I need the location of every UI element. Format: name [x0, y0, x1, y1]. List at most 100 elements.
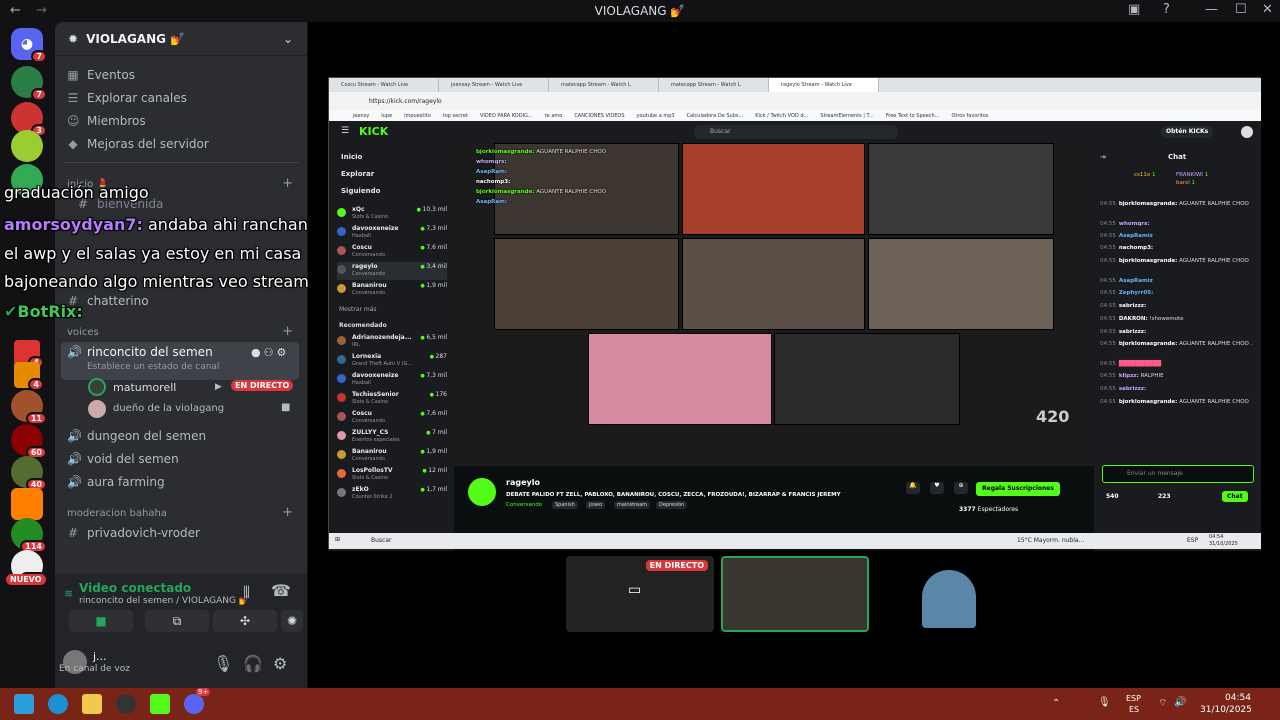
- chat-message[interactable]: 04:55 bjorklomasgrande: AGUANTE RALPHIE C…: [1100, 399, 1255, 406]
- gift-subs-button[interactable]: Regala Suscripciones: [976, 482, 1060, 496]
- kick-logo[interactable]: KICK: [359, 125, 388, 138]
- server-icon[interactable]: 40: [11, 456, 47, 491]
- chevron-up-icon[interactable]: ⌃: [1052, 698, 1060, 709]
- chat-message[interactable]: 04:55 klipzz: RALPHIE: [1100, 373, 1255, 380]
- help-icon[interactable]: ?: [1163, 2, 1170, 17]
- voice-channel-active[interactable]: 🔊 rinconcito del semen: [67, 345, 213, 359]
- followed-channel[interactable]: davooxeneizeHaxball7,3 mil: [337, 224, 447, 242]
- screen-share-button[interactable]: ⧉: [145, 610, 209, 632]
- server-icon[interactable]: 4: [14, 362, 44, 391]
- stream-tag[interactable]: joseo: [586, 501, 606, 509]
- chat-message[interactable]: 04:55 Zephyrr05:: [1100, 290, 1255, 297]
- stream-tag[interactable]: Spanish: [552, 501, 578, 509]
- channel-status-placeholder[interactable]: Establece un estado de canal: [87, 362, 219, 372]
- chat-message[interactable]: 04:55 bjorklomasgrande: AGUANTE RALPHIE C…: [1100, 341, 1255, 348]
- voice-status-title[interactable]: Video conectado: [79, 581, 191, 595]
- obs-icon[interactable]: [116, 694, 136, 714]
- recommended-channel[interactable]: CoscuConversando7,6 mil: [337, 409, 447, 427]
- stream-category[interactable]: Conversando: [506, 502, 542, 508]
- kick-nav-explorar[interactable]: Explorar: [341, 170, 374, 178]
- avatar[interactable]: [1241, 126, 1253, 138]
- browser-tab-active[interactable]: rageylo Stream - Watch Live: [769, 78, 879, 92]
- settings-gear-icon[interactable]: ⚙: [273, 654, 287, 673]
- edge-icon[interactable]: [48, 694, 68, 714]
- server-icon[interactable]: 60: [11, 424, 47, 459]
- followed-channel-active[interactable]: rageyloConversando3,4 mil: [337, 262, 447, 280]
- bookmark[interactable]: StreamElements | T...: [820, 113, 874, 119]
- headphones-icon[interactable]: 🎧: [243, 654, 263, 673]
- server-icon[interactable]: [11, 488, 43, 520]
- server-icon[interactable]: 7: [11, 66, 47, 101]
- volume-icon[interactable]: 🔊: [1174, 697, 1186, 708]
- bookmark[interactable]: Kick / Twitch VOD d...: [755, 113, 808, 119]
- bookmark[interactable]: impuestito: [404, 113, 431, 119]
- kick-nav-siguiendo[interactable]: Siguiendo: [341, 187, 380, 195]
- camera-tile[interactable]: [721, 556, 869, 632]
- server-icon[interactable]: [11, 130, 43, 162]
- voice-channel[interactable]: 🔊 aura farming: [67, 475, 165, 489]
- voice-member-name[interactable]: matumorell: [113, 381, 176, 394]
- stream-tile[interactable]: EN DIRECTO ▭: [566, 556, 714, 632]
- add-channel-icon[interactable]: +: [282, 176, 293, 191]
- bookmark[interactable]: jeensy: [353, 113, 369, 119]
- discord-icon[interactable]: 9+: [184, 688, 211, 714]
- add-channel-icon[interactable]: +: [282, 505, 293, 520]
- followed-channel[interactable]: BananirouConversando1,9 mil: [337, 281, 447, 299]
- bookmark[interactable]: lupe: [381, 113, 392, 119]
- show-more-link[interactable]: Mostrar más: [339, 306, 377, 313]
- menu-icon[interactable]: ☰: [341, 126, 349, 136]
- file-explorer-icon[interactable]: [82, 694, 102, 714]
- nav-boosts[interactable]: ◆ Mejoras del servidor: [67, 137, 208, 151]
- streamer-avatar[interactable]: [468, 478, 496, 506]
- chat-message[interactable]: 04:55 sabrizzz:: [1100, 329, 1255, 336]
- bookmark[interactable]: CANCIONES VIDEOS: [574, 113, 624, 119]
- noise-suppression-icon[interactable]: ⦀: [243, 583, 250, 603]
- bookmark[interactable]: Free Text to Speech...: [886, 113, 940, 119]
- stream-tag[interactable]: Depresión: [656, 501, 688, 509]
- bookmark[interactable]: top secret: [443, 113, 468, 119]
- voice-member-name[interactable]: dueño de la violagang: [113, 403, 224, 414]
- points-count[interactable]: 540: [1106, 493, 1119, 500]
- stream-screen-share[interactable]: Coscu Stream - Watch Live joensay Stream…: [328, 77, 1261, 551]
- collapse-chat-icon[interactable]: ⇥: [1100, 153, 1106, 161]
- category-moderacion[interactable]: moderacion bahaha: [67, 508, 167, 519]
- chat-message[interactable]: 04:55 bjorklomasgrande: AGUANTE RALPHIE C…: [1100, 201, 1255, 208]
- bookmark[interactable]: Otros favoritos: [951, 113, 988, 119]
- browser-tab[interactable]: matecapp Stream - Watch L: [659, 78, 769, 92]
- server-icon[interactable]: 11: [11, 390, 47, 425]
- streamer-name[interactable]: rageylo: [506, 478, 540, 487]
- bookmark[interactable]: Calculadora De Subs...: [687, 113, 744, 119]
- add-channel-icon[interactable]: +: [282, 324, 293, 339]
- recommended-channel[interactable]: Adrianozendeja...IRL6,5 mil: [337, 333, 447, 351]
- forward-arrow-icon[interactable]: →: [36, 3, 47, 18]
- bookmark[interactable]: VIDEO PARA KODIG...: [480, 113, 533, 119]
- chat-message[interactable]: 04:55 nachomp3:: [1100, 245, 1255, 252]
- wifi-icon[interactable]: ⌔: [1158, 697, 1167, 710]
- inbox-icon[interactable]: ▣: [1128, 2, 1140, 17]
- chat-message[interactable]: 04:55 AsapRamiz: [1100, 278, 1255, 285]
- heart-icon[interactable]: ♥: [930, 482, 944, 494]
- stream-tag[interactable]: mainstream: [614, 501, 651, 509]
- kick-nav-inicio[interactable]: Inicio: [341, 153, 362, 161]
- chat-message[interactable]: 04:55 AsapRamiz: [1100, 233, 1255, 240]
- close-icon[interactable]: ✕: [1262, 2, 1273, 17]
- gift-icon[interactable]: ⊕: [954, 482, 968, 494]
- browser-tab[interactable]: Coscu Stream - Watch Live: [329, 78, 439, 92]
- tags-count[interactable]: 223: [1158, 493, 1171, 500]
- clock-time[interactable]: 04:54: [1225, 693, 1251, 703]
- microphone-icon[interactable]: 🎙: [213, 654, 233, 673]
- voice-status-subtitle[interactable]: rinconcito del semen / VIOLAGANG 💅: [79, 596, 250, 606]
- activities-button[interactable]: ✣: [213, 610, 277, 632]
- kick-icon[interactable]: [150, 694, 170, 714]
- bookmark[interactable]: youtube a mp3: [637, 113, 675, 119]
- browser-tab[interactable]: matecapp Stream - Watch L: [549, 78, 659, 92]
- chat-message[interactable]: 04:55 bjorklomasgrande: AGUANTE RALPHIE C…: [1100, 258, 1255, 265]
- disconnect-icon[interactable]: ☎: [271, 581, 291, 600]
- voice-channel[interactable]: 🔊 dungeon del semen: [67, 429, 206, 443]
- guild-header[interactable]: ✹ VIOLAGANG 💅 ⌄: [55, 22, 307, 56]
- bell-icon[interactable]: 🔔: [906, 482, 920, 494]
- discord-home-icon[interactable]: ◕ 7: [11, 28, 47, 63]
- camera-tile[interactable]: [906, 556, 998, 632]
- browser-tab[interactable]: joensay Stream - Watch Live: [439, 78, 549, 92]
- camera-button[interactable]: ■: [69, 610, 133, 632]
